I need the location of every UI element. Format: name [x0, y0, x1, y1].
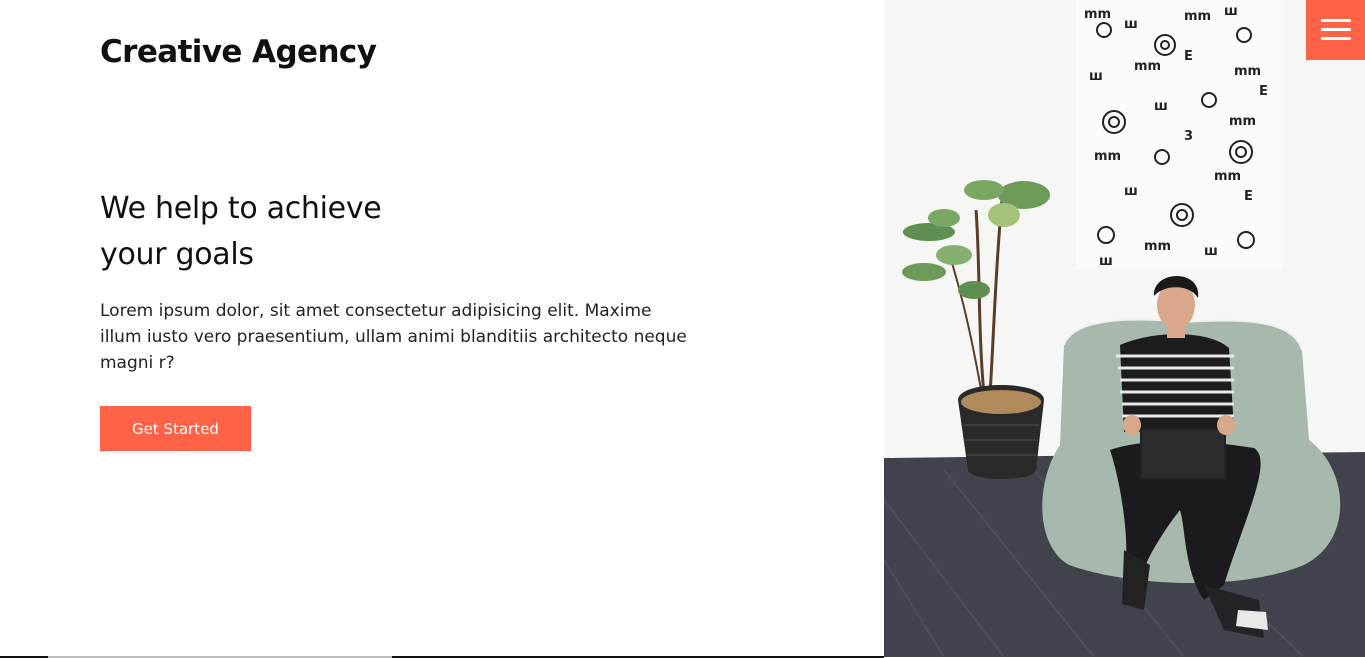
- basket: [958, 385, 1044, 479]
- svg-text:ш: ш: [1099, 254, 1113, 269]
- hero-photo: mm ш mm ш mm ш Emm ш mm 3 mm ш Emm ш ш mm E: [884, 0, 1365, 657]
- svg-text:ш: ш: [1154, 99, 1168, 114]
- wall-art: mmшmm ш mmшEmm шmm3mm ш Emm ш шmmE: [1076, 0, 1283, 270]
- svg-text:mm: mm: [1229, 114, 1256, 129]
- svg-text:ш: ш: [1224, 4, 1238, 19]
- svg-text:ш: ш: [1204, 244, 1218, 259]
- hamburger-menu-button[interactable]: [1306, 0, 1365, 60]
- svg-text:ш: ш: [1089, 69, 1103, 84]
- svg-text:3: 3: [1184, 129, 1193, 144]
- svg-text:mm: mm: [1234, 64, 1261, 79]
- svg-text:E: E: [1184, 49, 1193, 64]
- svg-text:mm: mm: [1214, 169, 1241, 184]
- svg-text:mm: mm: [1184, 9, 1211, 24]
- svg-text:E: E: [1259, 84, 1268, 99]
- svg-text:E: E: [1244, 189, 1253, 204]
- brand-title: Creative Agency: [100, 34, 377, 70]
- svg-text:mm: mm: [1144, 239, 1171, 254]
- svg-text:ш: ш: [1124, 184, 1138, 199]
- hero-headline-line-2: your goals: [100, 237, 254, 272]
- svg-text:mm: mm: [1084, 7, 1111, 22]
- get-started-button[interactable]: Get Started: [100, 406, 251, 451]
- hero-headline-line-1: We help to achieve: [100, 191, 382, 226]
- svg-text:mm: mm: [1094, 149, 1121, 164]
- hero-description: Lorem ipsum dolor, sit amet consectetur …: [100, 301, 687, 373]
- hero-headline: We help to achieve your goals: [100, 186, 382, 278]
- svg-text:mm: mm: [1134, 59, 1161, 74]
- svg-text:ш: ш: [1124, 17, 1138, 32]
